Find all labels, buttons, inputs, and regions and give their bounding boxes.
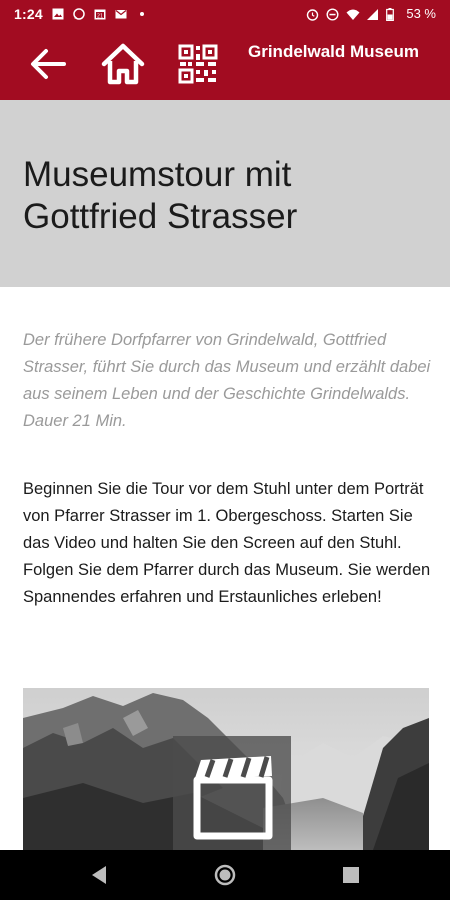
video-overlay[interactable] [173, 736, 291, 850]
mail-icon [115, 8, 127, 20]
whatsapp-icon [73, 8, 85, 20]
intro-text: Der frühere Dorfpfarrer von Grindelwald,… [23, 331, 431, 430]
home-icon [101, 43, 145, 85]
svg-text:21: 21 [97, 13, 103, 19]
calendar-icon: 21 [94, 8, 106, 20]
status-time: 1:24 [14, 6, 43, 22]
nav-home-button[interactable] [213, 863, 237, 892]
qr-code-icon [178, 44, 218, 84]
video-clapper-icon [193, 756, 273, 840]
app-title: Grindelwald Museum [248, 42, 419, 61]
video-thumbnail[interactable] [23, 688, 429, 850]
qr-scan-button[interactable] [178, 44, 218, 84]
wifi-icon [346, 8, 360, 20]
signal-icon [366, 8, 379, 20]
nav-recents-icon [343, 867, 359, 883]
image-icon [52, 8, 64, 20]
home-button[interactable] [100, 42, 146, 86]
status-left: 1:24 21 [14, 6, 148, 22]
status-right: 53 % [306, 6, 436, 21]
nav-recents-button[interactable] [340, 863, 362, 892]
back-button[interactable] [28, 46, 68, 82]
page-header: Museumstour mit Gottfried Strasser [0, 100, 450, 287]
do-not-disturb-icon [326, 7, 339, 21]
nav-back-icon [92, 866, 106, 884]
instructions-text: Beginnen Sie die Tour vor dem Stuhl unte… [23, 480, 431, 606]
page-title: Museumstour mit Gottfried Strasser [23, 155, 298, 236]
back-arrow-icon [31, 49, 66, 79]
app-bar: Grindelwald Museum [0, 28, 450, 100]
battery-percent: 53 % [406, 6, 436, 21]
alarm-icon [306, 8, 319, 21]
app-screen: 1:24 21 53 % Grindelwald Museum Museumst… [0, 0, 450, 900]
status-bar: 1:24 21 53 % [0, 0, 450, 28]
battery-icon [386, 7, 398, 21]
system-nav-bar [0, 850, 450, 900]
dot-icon [136, 8, 148, 20]
nav-home-icon [214, 864, 236, 886]
nav-back-button[interactable] [88, 863, 110, 892]
